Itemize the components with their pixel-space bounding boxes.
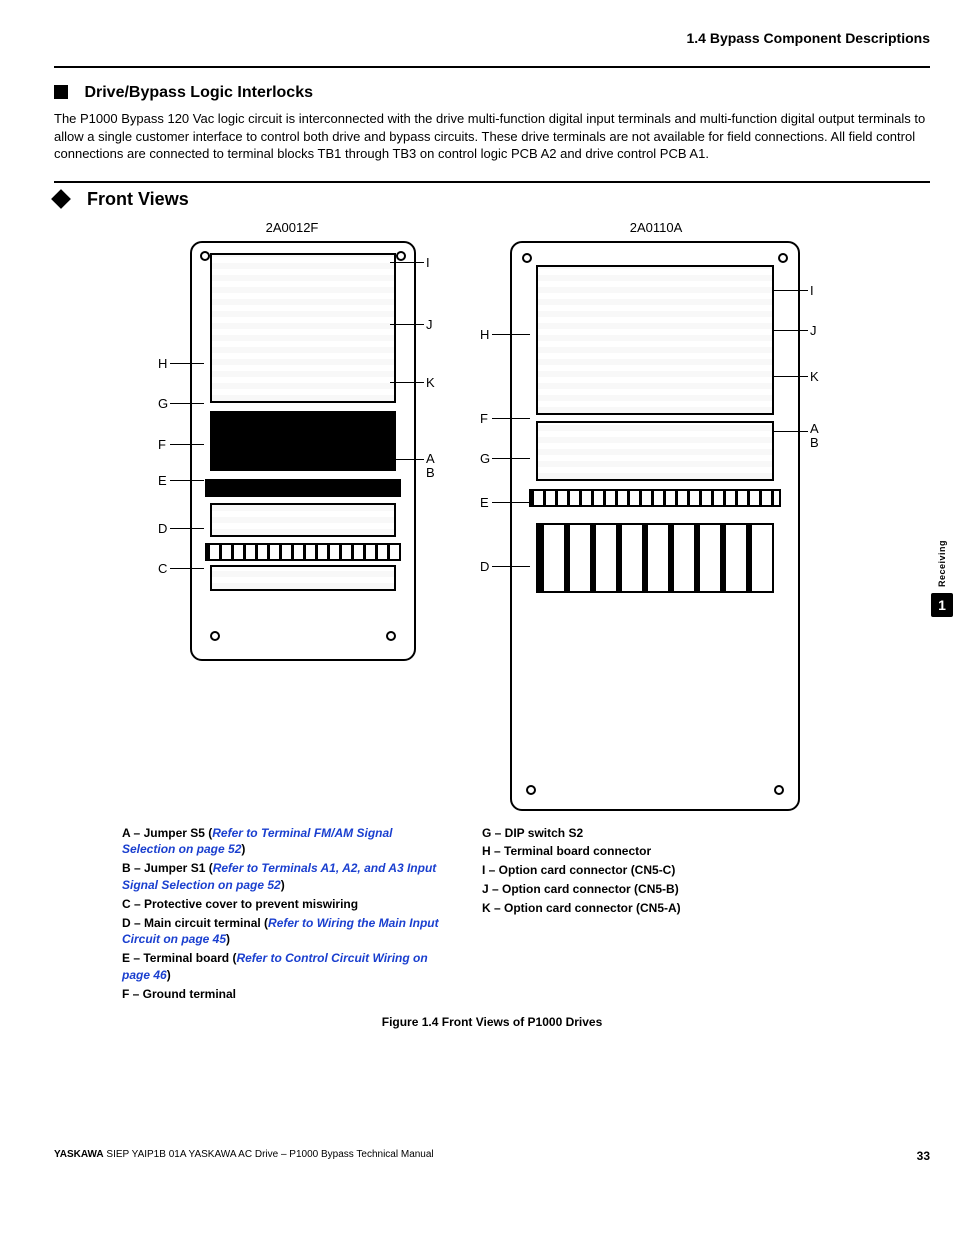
callout-E: E — [158, 473, 167, 488]
legend-item: J – Option card connector (CN5-B) — [482, 881, 782, 898]
callout-G: G — [480, 451, 490, 466]
callout-D: D — [480, 559, 489, 574]
figure-panel-2a0110a: 2A0110A H F G E D I — [470, 220, 842, 811]
bullet-square-icon — [54, 85, 68, 99]
subsection-interlocks-heading: Drive/Bypass Logic Interlocks — [54, 84, 930, 102]
legend-item: G – DIP switch S2 — [482, 825, 782, 842]
callout-B: B — [426, 465, 435, 480]
legend-item: C – Protective cover to prevent miswirin… — [122, 896, 442, 913]
drive-chassis — [190, 241, 416, 661]
legend-item: E – Terminal board (Refer to Control Cir… — [122, 950, 442, 984]
callout-F: F — [480, 411, 488, 426]
legend-item: H – Terminal board connector — [482, 843, 782, 860]
header-rule — [54, 66, 930, 68]
callout-A: A — [426, 451, 435, 466]
page-footer: YASKAWA SIEP YAIP1B 01A YASKAWA AC Drive… — [54, 1149, 930, 1163]
side-tab-label: Receiving — [937, 540, 947, 587]
callout-I: I — [426, 255, 430, 270]
callout-J: J — [810, 323, 817, 338]
figure-panel-2a0012f: 2A0012F H G F E D — [142, 220, 442, 811]
cross-reference-link[interactable]: Refer to Terminal FM/AM Signal Selection… — [122, 826, 393, 857]
drive-chassis — [510, 241, 800, 811]
legend-item: F – Ground terminal — [122, 986, 442, 1003]
legend-item: K – Option card connector (CN5-A) — [482, 900, 782, 917]
interlocks-body: The P1000 Bypass 120 Vac logic circuit i… — [54, 110, 930, 163]
callout-A: A — [810, 421, 819, 436]
figure-legend: A – Jumper S5 (Refer to Terminal FM/AM S… — [122, 825, 862, 1005]
callout-E: E — [480, 495, 489, 510]
cross-reference-link[interactable]: Refer to Terminals A1, A2, and A3 Input … — [122, 861, 436, 892]
legend-right-column: G – DIP switch S2H – Terminal board conn… — [482, 825, 782, 1005]
bullet-diamond-icon — [51, 189, 71, 209]
cross-reference-link[interactable]: Refer to Wiring the Main Input Circuit o… — [122, 916, 439, 947]
footer-page-number: 33 — [917, 1149, 930, 1163]
cross-reference-link[interactable]: Refer to Control Circuit Wiring on page … — [122, 951, 428, 982]
legend-item: I – Option card connector (CN5-C) — [482, 862, 782, 879]
figure-front-views: 2A0012F H G F E D — [54, 220, 930, 811]
running-header: 1.4 Bypass Component Descriptions — [54, 30, 930, 52]
footer-doc-title: SIEP YAIP1B 01A YASKAWA AC Drive – P1000… — [104, 1149, 434, 1160]
section-frontviews-heading: Front Views — [54, 189, 930, 210]
callout-H: H — [480, 327, 489, 342]
legend-left-column: A – Jumper S5 (Refer to Terminal FM/AM S… — [122, 825, 442, 1005]
legend-item: A – Jumper S5 (Refer to Terminal FM/AM S… — [122, 825, 442, 859]
callout-G: G — [158, 396, 168, 411]
legend-item: B – Jumper S1 (Refer to Terminals A1, A2… — [122, 860, 442, 894]
callout-J: J — [426, 317, 433, 332]
section-rule — [54, 181, 930, 183]
callout-D: D — [158, 521, 167, 536]
callout-F: F — [158, 437, 166, 452]
callout-B: B — [810, 435, 819, 450]
panel-title: 2A0110A — [470, 220, 842, 235]
figure-caption: Figure 1.4 Front Views of P1000 Drives — [54, 1015, 930, 1029]
legend-item: D – Main circuit terminal (Refer to Wiri… — [122, 915, 442, 949]
callout-K: K — [426, 375, 435, 390]
callout-K: K — [810, 369, 819, 384]
chapter-side-tab: Receiving 1 — [930, 540, 954, 617]
panel-title: 2A0012F — [142, 220, 442, 235]
subsection-title: Drive/Bypass Logic Interlocks — [84, 84, 313, 101]
callout-I: I — [810, 283, 814, 298]
footer-manufacturer: YASKAWA — [54, 1149, 104, 1160]
section-title: Front Views — [87, 189, 189, 209]
side-tab-chapter-number: 1 — [931, 593, 953, 617]
callout-H: H — [158, 356, 167, 371]
callout-C: C — [158, 561, 167, 576]
